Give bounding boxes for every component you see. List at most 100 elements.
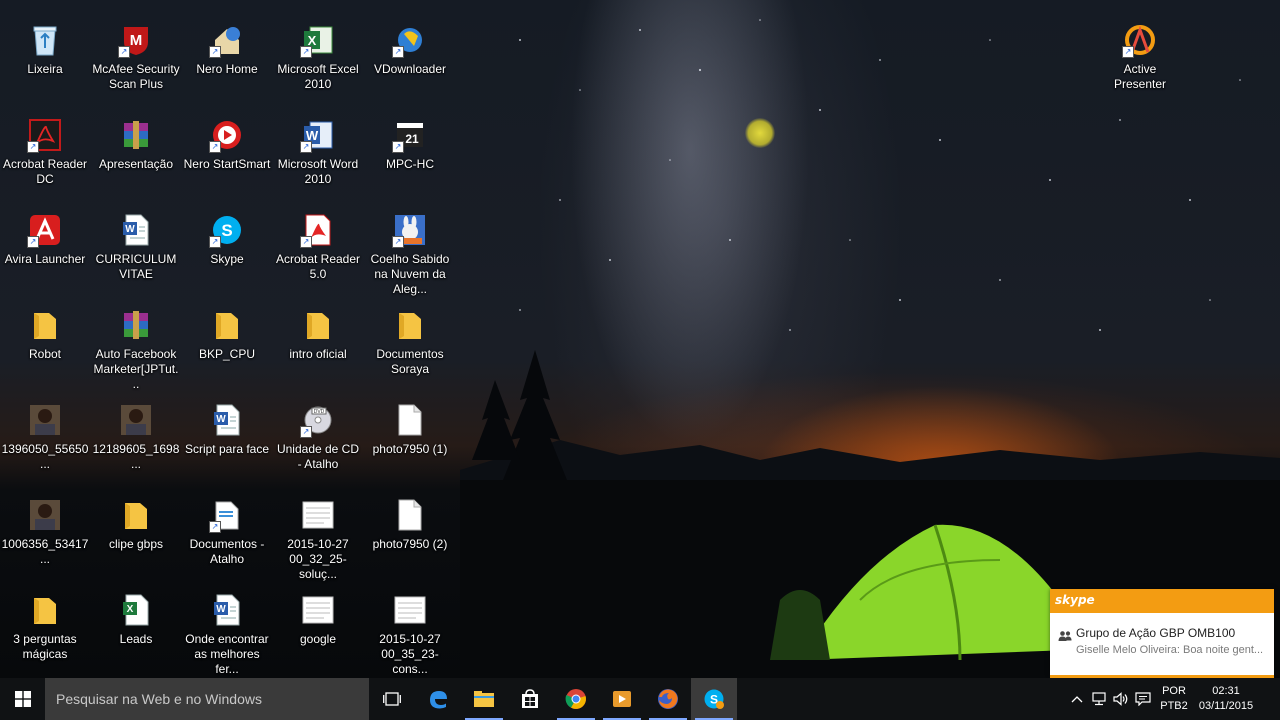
volume-button[interactable] [1110, 678, 1132, 720]
desktop-icon-label: Script para face [184, 442, 270, 456]
desktop-icon-label: Coelho Sabido na Nuvem da Aleg... [370, 252, 450, 296]
desktop: Lixeira M ↗ McAfee Security Scan Plus ↗ Nero … [0, 0, 1280, 676]
desktop-icon[interactable]: 1396050_55650... [1, 400, 89, 472]
group-icon [1058, 629, 1072, 647]
desktop-icon-label: 3 perguntas mágicas [13, 632, 77, 661]
desktop-icon[interactable]: ↗ Coelho Sabido na Nuvem da Aleg... [366, 210, 454, 297]
active-presenter-icon: ↗ [1122, 24, 1156, 58]
media-player-taskbar-button[interactable] [599, 678, 645, 720]
desktop-icon-label: photo7950 (2) [372, 537, 448, 551]
desktop-icon[interactable]: W Onde encontrar as melhores fer... [183, 590, 271, 677]
desktop-icon[interactable]: BKP_CPU [183, 305, 271, 362]
desktop-icon-label: Documentos Soraya [376, 347, 444, 376]
desktop-icon[interactable]: 2015-10-27 00_35_23-cons... [366, 590, 454, 677]
desktop-icon[interactable]: W Script para face [183, 400, 271, 457]
desktop-icon[interactable]: ↗ Documentos - Atalho [183, 495, 271, 567]
desktop-icon[interactable]: 12189605_1698... [92, 400, 180, 472]
clock[interactable]: 02:31 03/11/2015 [1194, 684, 1258, 714]
start-button[interactable] [0, 678, 45, 720]
desktop-icon[interactable]: 1006356_53417... [1, 495, 89, 567]
desktop-icon-label: intro oficial [289, 347, 347, 361]
file-icon [394, 404, 426, 436]
desktop-icon[interactable]: W CURRICULUM VITAE [92, 210, 180, 282]
desktop-icon[interactable]: ↗ Nero StartSmart [183, 115, 271, 172]
desktop-icon[interactable]: ↗ VDownloader [366, 20, 454, 77]
desktop-icon[interactable]: Robot [1, 305, 89, 362]
search-box[interactable]: Pesquisar na Web e no Windows [45, 678, 369, 720]
desktop-icon-label: Apresentação [98, 157, 174, 171]
desktop-icon[interactable]: 21 ↗ MPC-HC [366, 115, 454, 172]
photo-icon [120, 404, 152, 436]
word-document-icon: W [211, 404, 243, 436]
desktop-icon-label: Robot [28, 347, 62, 361]
desktop-icon-label: 12189605_1698... [92, 442, 180, 471]
input-language-indicator[interactable]: POR PTB2 [1154, 684, 1194, 714]
network-button[interactable] [1088, 678, 1110, 720]
edge-icon [430, 691, 447, 709]
firefox-taskbar-button[interactable] [645, 678, 691, 720]
svg-text:W: W [216, 414, 226, 425]
desktop-icon[interactable]: photo7950 (1) [366, 400, 454, 457]
nero-startsmart-icon: ↗ [209, 119, 243, 153]
desktop-icon[interactable]: W ↗ Microsoft Word 2010 [274, 115, 362, 187]
word-icon: W ↗ [300, 119, 334, 153]
keyboard-layout: PTB2 [1160, 700, 1188, 712]
desktop-icon-label: Nero Home [196, 62, 258, 76]
text-file-icon [302, 594, 334, 626]
desktop-icon[interactable]: ↗ Active Presenter [1096, 20, 1184, 92]
desktop-icon-label: Acrobat Reader 5.0 [275, 252, 361, 281]
message-button[interactable] [1132, 678, 1154, 720]
desktop-icon[interactable]: google [274, 590, 362, 647]
shortcut-arrow-icon: ↗ [209, 236, 221, 248]
windows-logo-icon [14, 691, 31, 707]
skype-logo: skype [1055, 593, 1095, 607]
show-hidden-icons-button[interactable] [1066, 678, 1088, 720]
desktop-icon[interactable]: ↗ Nero Home [183, 20, 271, 77]
skype-notification[interactable]: skype Grupo de Ação GBP OMB100 Giselle M… [1050, 589, 1274, 680]
desktop-icon[interactable]: photo7950 (2) [366, 495, 454, 552]
desktop-icon-label: 2015-10-27 00_35_23-cons... [379, 632, 441, 676]
desktop-icon-label: Avira Launcher [4, 252, 86, 266]
file-explorer-icon [474, 691, 494, 707]
desktop-icon[interactable]: ↗ Acrobat Reader 5.0 [274, 210, 362, 282]
svg-text:DVD: DVD [314, 409, 325, 415]
skype-icon: S ↗ [209, 214, 243, 248]
winrar-icon [120, 119, 152, 151]
desktop-icon[interactable]: ↗ Avira Launcher [1, 210, 89, 267]
desktop-icon[interactable]: Apresentação [92, 115, 180, 172]
file-explorer-taskbar-button[interactable] [461, 678, 507, 720]
action-center-button[interactable] [1258, 678, 1280, 720]
store-taskbar-button[interactable] [507, 678, 553, 720]
desktop-icon[interactable]: X Leads [92, 590, 180, 647]
desktop-icon[interactable]: ↗ Acrobat Reader DC [1, 115, 89, 187]
desktop-icon-label: Onde encontrar as melhores fer... [185, 632, 269, 676]
desktop-icon[interactable]: S ↗ Skype [183, 210, 271, 267]
task-view-button[interactable] [369, 678, 415, 720]
desktop-icon[interactable]: intro oficial [274, 305, 362, 362]
shortcut-arrow-icon: ↗ [392, 46, 404, 58]
desktop-icon[interactable]: Auto Facebook Marketer[JPTut... [92, 305, 180, 392]
shortcut-arrow-icon: ↗ [118, 46, 130, 58]
folder-icon [120, 499, 152, 531]
folder-icon [211, 309, 243, 341]
svg-text:21: 21 [405, 132, 419, 146]
skype-taskbar-button[interactable]: S [691, 678, 737, 720]
desktop-icon-label: Leads [119, 632, 153, 646]
desktop-icon[interactable]: M ↗ McAfee Security Scan Plus [92, 20, 180, 92]
desktop-icon[interactable]: clipe gbps [92, 495, 180, 552]
shortcut-arrow-icon: ↗ [1122, 46, 1134, 58]
shortcut-arrow-icon: ↗ [300, 426, 312, 438]
firefox-icon [658, 689, 678, 709]
desktop-icon[interactable]: 3 perguntas mágicas [1, 590, 89, 662]
desktop-icon[interactable]: Documentos Soraya [366, 305, 454, 377]
winrar-icon [120, 309, 152, 341]
desktop-icon[interactable]: Lixeira [1, 20, 89, 77]
desktop-icon[interactable]: DVD ↗ Unidade de CD - Atalho [274, 400, 362, 472]
desktop-icon-label: Acrobat Reader DC [2, 157, 88, 186]
edge-taskbar-button[interactable] [415, 678, 461, 720]
file-icon [394, 499, 426, 531]
desktop-icon[interactable]: 2015-10-27 00_32_25-soluç... [274, 495, 362, 582]
notification-message: Giselle Melo Oliveira: Boa noite gent... [1076, 644, 1264, 656]
desktop-icon[interactable]: X ↗ Microsoft Excel 2010 [274, 20, 362, 92]
chrome-taskbar-button[interactable] [553, 678, 599, 720]
